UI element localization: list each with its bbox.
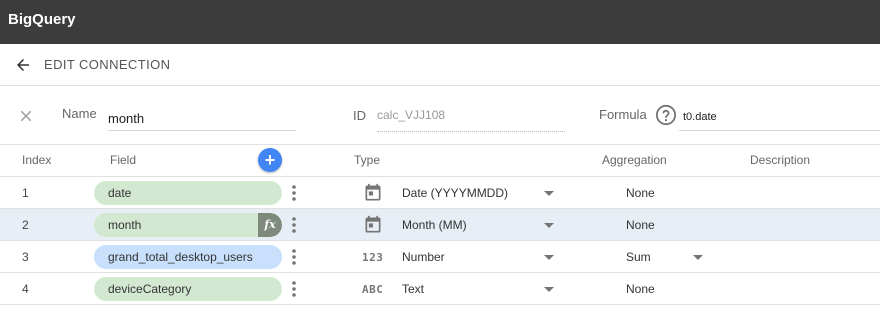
more-vert-icon[interactable] (289, 279, 299, 299)
aggregation-value: None (626, 186, 655, 200)
description-column-header: Description (750, 153, 811, 167)
field-editor: Name ID calc_VJJ108 Formula (0, 87, 880, 145)
more-vert-icon[interactable] (289, 215, 299, 235)
table-row: 3 grand_total_desktop_users 123 Number S… (0, 241, 880, 273)
id-label: ID (353, 108, 366, 123)
chevron-down-icon[interactable] (544, 255, 554, 260)
name-field[interactable] (108, 101, 296, 131)
formula-label: Formula (599, 107, 647, 122)
table-row: 1 date Date (YYYYMMDD) None (0, 177, 880, 209)
text-icon: ABC (362, 283, 384, 296)
calculated-field-fx-icon[interactable]: fx (258, 213, 282, 237)
more-vert-icon[interactable] (289, 183, 299, 203)
edit-connection-bar: EDIT CONNECTION (0, 44, 880, 86)
aggregation-select[interactable]: Sum (626, 250, 651, 264)
row-index: 4 (22, 282, 29, 296)
calendar-icon (365, 183, 381, 201)
chevron-down-icon[interactable] (544, 287, 554, 292)
aggregation-column-header: Aggregation (602, 153, 667, 167)
name-label: Name (62, 106, 97, 121)
table-row: 2 month fx Month (MM) None (0, 209, 880, 241)
row-index: 3 (22, 250, 29, 264)
field-chip[interactable]: date (94, 181, 282, 205)
field-chip[interactable]: month fx (94, 213, 282, 237)
type-select[interactable]: Text (402, 282, 424, 296)
field-column-header: Field (110, 153, 137, 167)
table-header: Index Field + Type Aggregation Descripti… (0, 145, 880, 177)
more-vert-icon[interactable] (289, 247, 299, 267)
chevron-down-icon[interactable] (544, 223, 554, 228)
back-arrow-icon[interactable] (14, 56, 32, 74)
app-header: BigQuery (0, 0, 880, 44)
id-value: calc_VJJ108 (377, 108, 565, 132)
help-icon[interactable] (655, 104, 677, 126)
type-column-header: Type (354, 153, 381, 167)
aggregation-value: None (626, 218, 655, 232)
app-title: BigQuery (8, 11, 76, 28)
field-chip[interactable]: grand_total_desktop_users (94, 245, 282, 269)
number-icon: 123 (362, 251, 384, 264)
field-name: deviceCategory (108, 282, 192, 296)
row-index: 2 (22, 218, 29, 232)
close-icon[interactable] (17, 107, 35, 125)
add-field-button[interactable]: + (258, 148, 282, 172)
row-index: 1 (22, 186, 29, 200)
chevron-down-icon[interactable] (693, 255, 703, 260)
field-name: grand_total_desktop_users (108, 250, 253, 264)
field-name: date (108, 186, 132, 200)
type-select[interactable]: Number (402, 250, 445, 264)
field-chip[interactable]: deviceCategory (94, 277, 282, 301)
type-select[interactable]: Month (MM) (402, 218, 467, 232)
calendar-icon (365, 215, 381, 233)
formula-field[interactable] (679, 97, 880, 131)
type-select[interactable]: Date (YYYYMMDD) (402, 186, 508, 200)
field-name: month (108, 218, 142, 232)
chevron-down-icon[interactable] (544, 191, 554, 196)
aggregation-value: None (626, 282, 655, 296)
table-row: 4 deviceCategory ABC Text None (0, 273, 880, 305)
page-title: EDIT CONNECTION (44, 57, 171, 72)
index-column-header: Index (22, 153, 52, 167)
